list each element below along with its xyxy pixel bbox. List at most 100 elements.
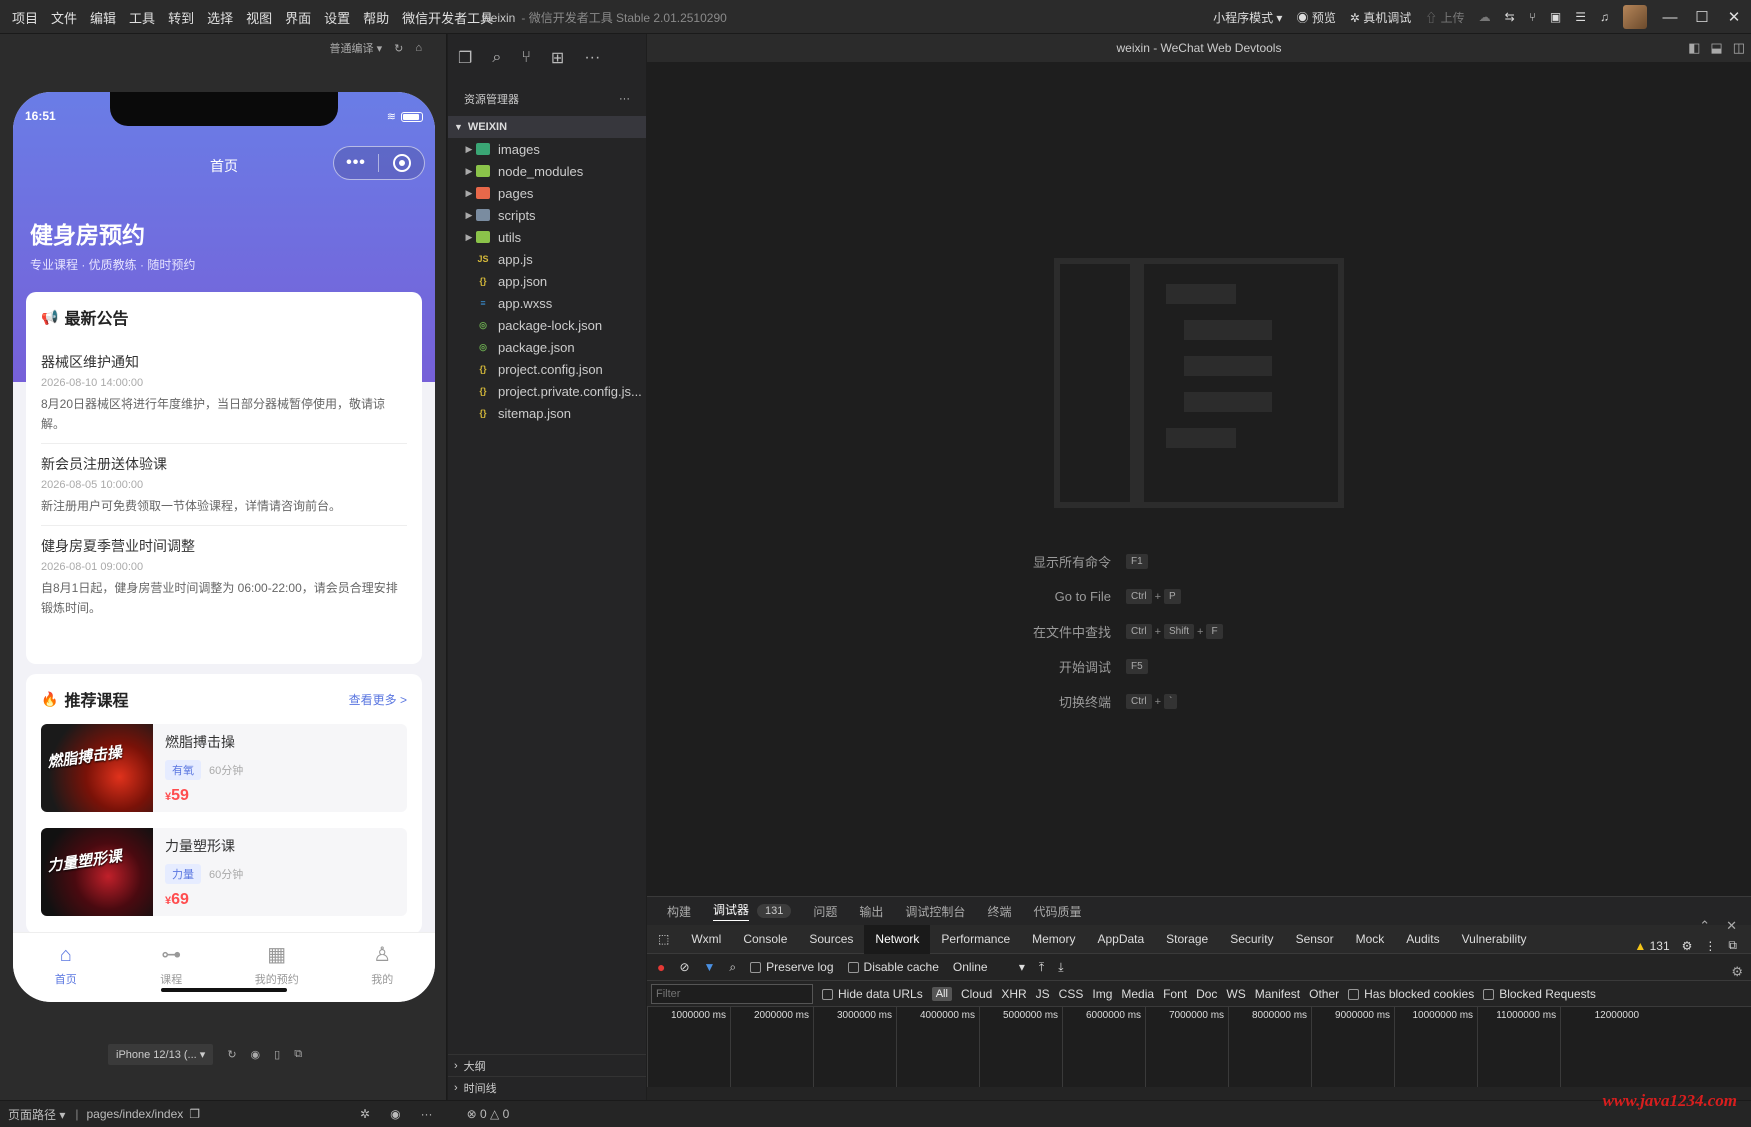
compile-mode-dropdown[interactable]: 普通编译 ▾ xyxy=(330,40,383,56)
clear-cache-icon[interactable]: ⌂ xyxy=(415,42,422,54)
file-item[interactable]: {} project.config.json xyxy=(448,358,646,380)
more-menu-button[interactable]: ••• xyxy=(334,154,380,172)
network-timeline[interactable]: 1000000 ms 2000000 ms 3000000 ms 4000000 ms… xyxy=(647,1007,1751,1087)
outline-section[interactable]: › 大纲 xyxy=(448,1054,646,1076)
problems-status[interactable]: ⊗ 0 △ 0 xyxy=(467,1107,510,1121)
collapse-icon[interactable]: ⌃ xyxy=(1699,918,1710,934)
source-control-icon[interactable]: ⑂ xyxy=(521,49,531,67)
folder-item[interactable]: ▶ node_modules xyxy=(448,160,646,182)
toggle-panel-icon[interactable]: ⬓ xyxy=(1710,40,1722,56)
export-har-icon[interactable]: ⤓ xyxy=(1058,960,1063,975)
close-panel-icon[interactable]: ✕ xyxy=(1726,918,1737,934)
course-item[interactable]: 燃脂搏击操 燃脂搏击操 有氧 60分钟 ¥59 xyxy=(41,724,407,812)
page-path-dropdown[interactable]: 页面路径 ▾ xyxy=(8,1106,65,1123)
phone-icon[interactable]: ▯ xyxy=(274,1048,280,1061)
minimize-button[interactable]: — xyxy=(1661,9,1679,26)
type-filter[interactable]: CSS xyxy=(1059,987,1084,1001)
file-item[interactable]: ◎ package.json xyxy=(448,336,646,358)
disable-cache-checkbox[interactable]: Disable cache xyxy=(847,960,939,974)
menu-item[interactable]: 设置 xyxy=(324,8,350,27)
type-filter[interactable]: XHR xyxy=(1001,987,1026,1001)
panel-tab[interactable]: 问题 xyxy=(813,903,837,920)
folder-item[interactable]: ▶ pages xyxy=(448,182,646,204)
hide-data-urls-checkbox[interactable]: Hide data URLs xyxy=(822,987,923,1001)
folder-item[interactable]: ▶ utils xyxy=(448,226,646,248)
record-button[interactable]: ● xyxy=(657,959,665,975)
course-item[interactable]: 力量塑形课 力量塑形课 力量 60分钟 ¥69 xyxy=(41,828,407,916)
notice-item[interactable]: 新会员注册送体验课 2026-08-05 10:00:00 新注册用户可免费领取一节… xyxy=(41,444,407,526)
kebab-icon[interactable]: ⋮ xyxy=(1704,939,1716,953)
menu-item[interactable]: 编辑 xyxy=(90,8,116,27)
files-icon[interactable]: ❐ xyxy=(458,48,472,68)
devtools-tab[interactable]: Vulnerability xyxy=(1451,925,1538,954)
inspect-icon[interactable]: ⬚ xyxy=(647,925,680,954)
record-icon[interactable]: ◉ xyxy=(251,1048,261,1061)
blocked-requests-checkbox[interactable]: Blocked Requests xyxy=(1483,987,1596,1001)
devtools-tab[interactable]: Memory xyxy=(1021,925,1086,954)
folder-item[interactable]: ▶ images xyxy=(448,138,646,160)
menu-item[interactable]: 文件 xyxy=(51,8,77,27)
panel-tab[interactable]: 调试器 xyxy=(713,901,750,921)
file-item[interactable]: ◎ package-lock.json xyxy=(448,314,646,336)
view-more-link[interactable]: 查看更多 > xyxy=(349,691,407,708)
refresh-icon[interactable]: ↻ xyxy=(394,42,403,55)
type-filter[interactable]: Img xyxy=(1092,987,1112,1001)
layout-icon[interactable]: ▣ xyxy=(1550,10,1561,24)
avatar[interactable] xyxy=(1623,5,1647,29)
file-item[interactable]: JS app.js xyxy=(448,248,646,270)
type-filter[interactable]: JS xyxy=(1036,987,1050,1001)
tab-home[interactable]: ⌂ 首页 xyxy=(13,933,119,1002)
devtools-tab[interactable]: Wxml xyxy=(680,925,732,954)
file-item[interactable]: ≡ app.wxss xyxy=(448,292,646,314)
type-filter[interactable]: Cloud xyxy=(961,987,992,1001)
bug-icon[interactable]: ✲ xyxy=(360,1107,370,1121)
transfer-icon[interactable]: ⇆ xyxy=(1505,10,1515,24)
folder-item[interactable]: ▶ scripts xyxy=(448,204,646,226)
has-blocked-cookies-checkbox[interactable]: Has blocked cookies xyxy=(1348,987,1474,1001)
eye-icon[interactable]: ◉ xyxy=(390,1107,400,1121)
split-editor-icon[interactable]: ◫ xyxy=(1733,40,1745,56)
notice-item[interactable]: 健身房夏季营业时间调整 2026-08-01 09:00:00 自8月1日起，健身房… xyxy=(41,526,407,627)
devtools-tab[interactable]: Storage xyxy=(1155,925,1219,954)
close-button[interactable]: ✕ xyxy=(1725,8,1743,26)
filter-icon[interactable]: ▼ xyxy=(704,960,716,974)
upload-button[interactable]: ⇧ 上传 xyxy=(1425,9,1464,26)
warning-badge[interactable]: ▲ 131 xyxy=(1634,939,1669,953)
devtools-tab[interactable]: Audits xyxy=(1395,925,1450,954)
extensions-icon[interactable]: ⊞ xyxy=(551,48,564,68)
panel-tab[interactable]: 代码质量 xyxy=(1033,903,1081,920)
list-icon[interactable]: ☰ xyxy=(1575,10,1586,24)
clear-icon[interactable]: ⊘ xyxy=(679,960,689,974)
type-filter[interactable]: Other xyxy=(1309,987,1339,1001)
file-item[interactable]: {} project.private.config.js... xyxy=(448,380,646,402)
devtools-tab[interactable]: Sources xyxy=(798,925,864,954)
mode-dropdown[interactable]: 小程序模式 ▾ xyxy=(1213,9,1282,26)
rotate-icon[interactable]: ↻ xyxy=(227,1048,236,1061)
tab-user[interactable]: ♙ 我的 xyxy=(330,933,436,1002)
undock-icon[interactable]: ⧉ xyxy=(1728,938,1737,953)
type-filter[interactable]: Manifest xyxy=(1255,987,1300,1001)
devtools-tab[interactable]: AppData xyxy=(1086,925,1155,954)
real-debug-button[interactable]: ✲ 真机调试 xyxy=(1350,9,1411,26)
bell-icon[interactable]: ♫ xyxy=(1600,10,1609,24)
menu-item[interactable]: 选择 xyxy=(207,8,233,27)
menu-item[interactable]: 微信开发者工具 xyxy=(402,8,493,27)
copy-icon[interactable]: ❐ xyxy=(189,1107,200,1121)
type-filter[interactable]: Doc xyxy=(1196,987,1217,1001)
toggle-sidebar-icon[interactable]: ◧ xyxy=(1688,40,1700,56)
menu-item[interactable]: 帮助 xyxy=(363,8,389,27)
type-filter-all[interactable]: All xyxy=(931,986,952,1001)
menu-item[interactable]: 界面 xyxy=(285,8,311,27)
settings-icon[interactable]: ⚙ xyxy=(1682,939,1693,953)
panel-tab[interactable]: 终端 xyxy=(987,903,1011,920)
explorer-more-icon[interactable]: ··· xyxy=(619,93,630,105)
type-filter[interactable]: WS xyxy=(1226,987,1245,1001)
preview-button[interactable]: ◉ 预览 xyxy=(1296,9,1335,26)
panel-tab[interactable]: 调试控制台 xyxy=(905,903,965,920)
timeline-section[interactable]: › 时间线 xyxy=(448,1076,646,1098)
preserve-log-checkbox[interactable]: Preserve log xyxy=(750,960,834,974)
menu-item[interactable]: 项目 xyxy=(12,8,38,27)
maximize-button[interactable]: ☐ xyxy=(1693,8,1711,26)
devtools-tab[interactable]: Network xyxy=(864,924,931,954)
search-icon[interactable]: ⌕ xyxy=(492,49,501,67)
